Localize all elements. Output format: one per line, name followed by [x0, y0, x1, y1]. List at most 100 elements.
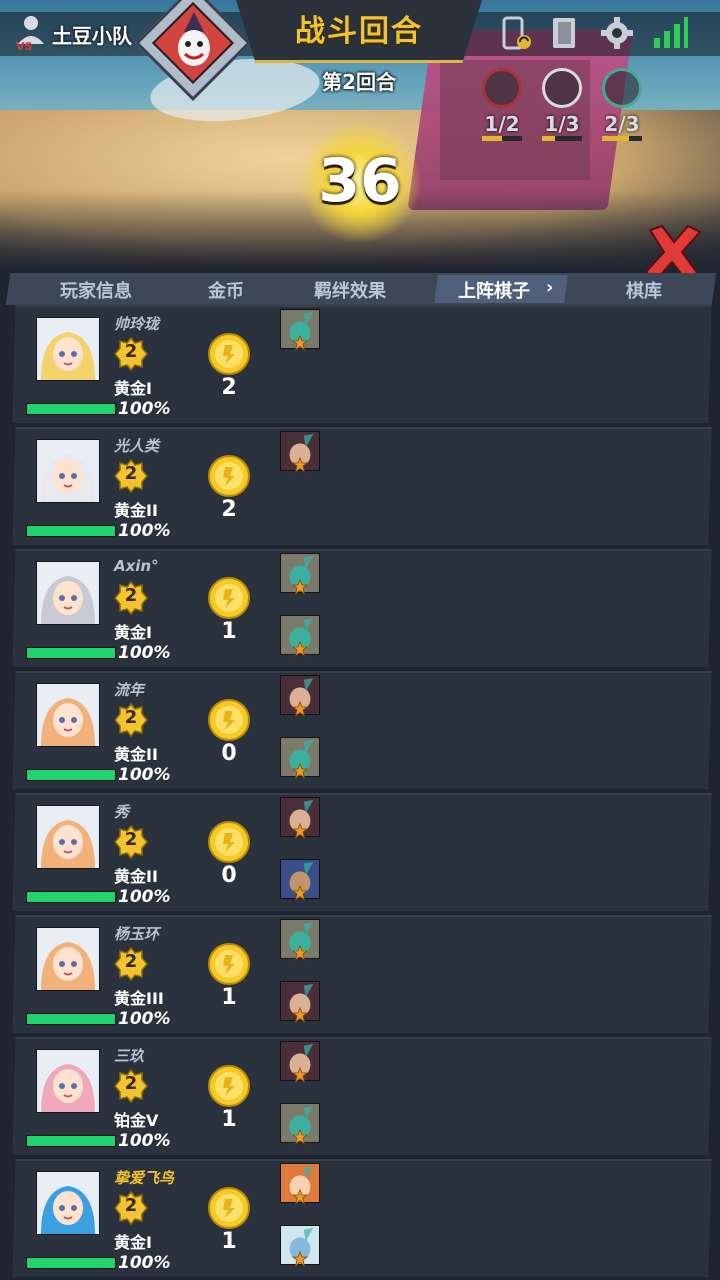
shield-stat-icon — [602, 68, 642, 108]
player-row[interactable]: 光人类 2 黄金II 100% 2 — [12, 427, 714, 547]
health-percent: 100% — [118, 887, 171, 907]
gear-icon[interactable] — [600, 16, 634, 50]
player-avatar[interactable] — [36, 683, 100, 747]
gold-coin-icon — [208, 699, 250, 741]
player-avatar[interactable] — [36, 317, 100, 381]
gold-coin-icon — [208, 821, 250, 863]
health-bar — [26, 525, 116, 537]
star-icon — [292, 335, 308, 351]
player-row[interactable]: 挚爱飞鸟 2 黄金I 100% 1 — [12, 1159, 714, 1279]
player-name: 秀 — [114, 803, 130, 821]
health-bar — [26, 769, 116, 781]
player-name: 流年 — [114, 681, 145, 699]
star-icon — [292, 1189, 308, 1205]
board-piece[interactable] — [280, 1103, 320, 1145]
player-rank: 黄金III — [114, 989, 164, 1008]
stat-round-text: 1/2 — [484, 112, 520, 136]
player-rank: 黄金I — [114, 379, 152, 398]
stat-round-counter: 1/2 — [476, 68, 528, 141]
signal-strength-icon — [654, 17, 688, 48]
star-icon — [292, 945, 308, 961]
board-piece[interactable] — [280, 675, 320, 717]
star-icon — [292, 763, 308, 779]
tab-bond-effects[interactable]: 羁绊效果 — [314, 277, 386, 303]
gold-amount: 2 — [221, 375, 237, 400]
stat-shield-counter: 2/3 — [596, 68, 648, 141]
stat-moon-counter: 1/3 — [536, 68, 588, 141]
star-icon — [292, 1007, 308, 1023]
star-icon — [292, 457, 308, 473]
gold-coin-icon — [208, 333, 250, 375]
star-icon — [292, 1067, 308, 1083]
gold-coin-icon — [208, 577, 250, 619]
health-bar — [26, 1013, 116, 1025]
health-percent: 100% — [118, 643, 171, 663]
player-name: 帅玲珑 — [114, 315, 160, 333]
gold-coin-icon — [208, 943, 250, 985]
board-piece[interactable] — [280, 615, 320, 657]
board-piece[interactable] — [280, 859, 320, 901]
board-piece[interactable] — [280, 981, 320, 1023]
health-percent: 100% — [118, 399, 171, 419]
health-percent: 100% — [118, 1131, 171, 1151]
player-rank: 黄金II — [114, 501, 158, 520]
board-piece[interactable] — [280, 309, 320, 351]
player-avatar[interactable] — [36, 561, 100, 625]
stat-shield-text: 2/3 — [604, 112, 640, 136]
player-rank: 黄金II — [114, 867, 158, 886]
board-piece[interactable] — [280, 737, 320, 779]
gold-amount: 1 — [221, 1107, 237, 1132]
player-row[interactable]: 三玖 2 铂金V 100% 1 — [12, 1037, 714, 1157]
board-piece[interactable] — [280, 1163, 320, 1205]
star-icon — [292, 823, 308, 839]
clown-mask-icon — [178, 12, 210, 66]
star-icon — [292, 579, 308, 595]
star-icon — [292, 1251, 308, 1267]
player-row[interactable]: Axin° 2 黄金I 100% 1 — [12, 549, 714, 669]
health-bar — [26, 1257, 116, 1269]
board-piece[interactable] — [280, 431, 320, 473]
health-bar — [26, 403, 116, 415]
tab-gold[interactable]: 金币 — [208, 277, 244, 303]
health-percent: 100% — [118, 765, 171, 785]
player-avatar[interactable] — [36, 1171, 100, 1235]
player-name: Axin° — [114, 557, 159, 575]
book-icon[interactable] — [550, 16, 578, 50]
board-piece[interactable] — [280, 1225, 320, 1267]
player-name: 三玖 — [114, 1047, 145, 1065]
countdown-timer: 36 — [318, 146, 402, 216]
player-avatar[interactable] — [36, 805, 100, 869]
tab-bench[interactable]: 棋库 — [626, 277, 662, 303]
gold-amount: 0 — [221, 741, 237, 766]
chevron-right-icon: › — [546, 277, 554, 298]
player-avatar[interactable] — [36, 1049, 100, 1113]
player-rank: 黄金I — [114, 1233, 152, 1252]
health-percent: 100% — [118, 1009, 171, 1029]
tab-board-pieces[interactable]: 上阵棋子 — [458, 277, 530, 303]
player-avatar[interactable] — [36, 439, 100, 503]
player-rank: 黄金II — [114, 745, 158, 764]
player-row[interactable]: 流年 2 黄金II 100% 0 — [12, 671, 714, 791]
team-name: 土豆小队 — [52, 24, 132, 48]
stat-moon-text: 1/3 — [544, 112, 580, 136]
gold-amount: 1 — [221, 619, 237, 644]
stat-shield-bar — [602, 136, 642, 141]
player-level: 2 — [124, 951, 138, 972]
player-row[interactable]: 帅玲珑 2 黄金I 100% 2 — [12, 305, 714, 425]
player-row[interactable]: 秀 2 黄金II 100% 0 — [12, 793, 714, 913]
phone-sync-icon[interactable] — [500, 16, 532, 52]
board-piece[interactable] — [280, 1041, 320, 1083]
player-avatar[interactable] — [36, 927, 100, 991]
board-piece[interactable] — [280, 919, 320, 961]
board-piece[interactable] — [280, 553, 320, 595]
tab-player-info[interactable]: 玩家信息 — [60, 277, 132, 303]
player-level: 2 — [124, 463, 138, 484]
player-row[interactable]: 杨玉环 2 黄金III 100% 1 — [12, 915, 714, 1035]
round-stat-icon — [482, 68, 522, 108]
star-icon — [292, 885, 308, 901]
board-piece[interactable] — [280, 797, 320, 839]
vs-team-icon: VS — [16, 16, 44, 52]
player-name: 光人类 — [114, 437, 160, 455]
player-rank: 铂金V — [114, 1111, 159, 1130]
health-bar — [26, 647, 116, 659]
